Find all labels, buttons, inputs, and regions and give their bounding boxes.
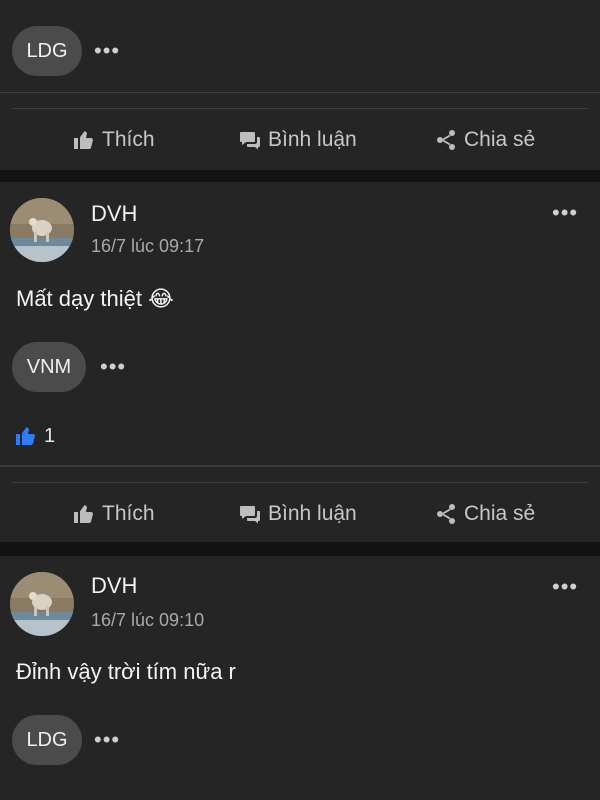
divider <box>0 465 600 467</box>
post-text-content: Mất dạy thiệt <box>16 286 142 311</box>
reaction-user-pill[interactable]: LDG <box>12 26 82 76</box>
comment-label: Bình luận <box>268 502 357 525</box>
like-button[interactable]: Thích <box>72 502 155 526</box>
more-horizontal-icon[interactable]: ••• <box>552 202 578 224</box>
share-icon <box>437 504 455 524</box>
thumbs-up-icon <box>74 131 93 149</box>
share-label: Chia sẻ <box>464 502 536 525</box>
like-count[interactable]: 1 <box>14 424 55 448</box>
share-icon <box>437 130 455 150</box>
comment-button[interactable]: Bình luận <box>238 502 357 526</box>
avatar-image <box>10 198 74 262</box>
feed: LDG ••• Thích Bình luận Chia sẻ DVH 16/7… <box>0 0 600 800</box>
more-horizontal-icon[interactable]: ••• <box>552 576 578 598</box>
divider <box>0 92 600 93</box>
share-button[interactable]: Chia sẻ <box>434 128 535 152</box>
more-horizontal-icon[interactable]: ••• <box>94 40 120 62</box>
laughing-emoji: 😂 <box>148 286 174 311</box>
post-text: Mất dạy thiệt 😂 <box>16 286 174 312</box>
post-text: Đỉnh vậy trời tím nữa r <box>16 659 236 684</box>
action-bar: Thích Bình luận Chia sẻ <box>0 110 600 170</box>
divider <box>12 482 588 483</box>
speech-bubbles-icon <box>240 132 260 150</box>
thumbs-up-icon <box>74 505 93 523</box>
comment-label: Bình luận <box>268 128 357 151</box>
more-horizontal-icon[interactable]: ••• <box>94 729 120 751</box>
more-horizontal-icon[interactable]: ••• <box>100 356 126 378</box>
avatar[interactable] <box>10 198 74 262</box>
avatar-image <box>10 572 74 636</box>
action-bar: Thích Bình luận Chia sẻ <box>0 484 600 544</box>
post-timestamp: 16/7 lúc 09:10 <box>91 610 205 630</box>
thumbs-up-icon <box>16 427 35 445</box>
post-card: LDG ••• Thích Bình luận Chia sẻ <box>0 0 600 170</box>
avatar[interactable] <box>10 572 74 636</box>
comment-button[interactable]: Bình luận <box>238 128 357 152</box>
author-name[interactable]: DVH <box>91 573 137 599</box>
like-label: Thích <box>102 128 155 151</box>
reaction-user-name: LDG <box>26 39 68 62</box>
divider <box>12 108 588 109</box>
reaction-user-name: VNM <box>26 355 72 378</box>
reaction-user-name: LDG <box>26 728 68 751</box>
like-button[interactable]: Thích <box>72 128 155 152</box>
reaction-user-pill[interactable]: VNM <box>12 342 86 392</box>
like-count-value: 1 <box>44 424 56 447</box>
like-label: Thích <box>102 502 155 525</box>
post-card: DVH 16/7 lúc 09:10 ••• Đỉnh vậy trời tím… <box>0 556 600 800</box>
speech-bubbles-icon <box>240 506 260 524</box>
post-timestamp: 16/7 lúc 09:17 <box>91 236 205 256</box>
reaction-user-pill[interactable]: LDG <box>12 715 82 765</box>
author-name[interactable]: DVH <box>91 201 137 227</box>
share-label: Chia sẻ <box>464 128 536 151</box>
post-card: DVH 16/7 lúc 09:17 ••• Mất dạy thiệt 😂 V… <box>0 182 600 542</box>
share-button[interactable]: Chia sẻ <box>434 502 535 526</box>
